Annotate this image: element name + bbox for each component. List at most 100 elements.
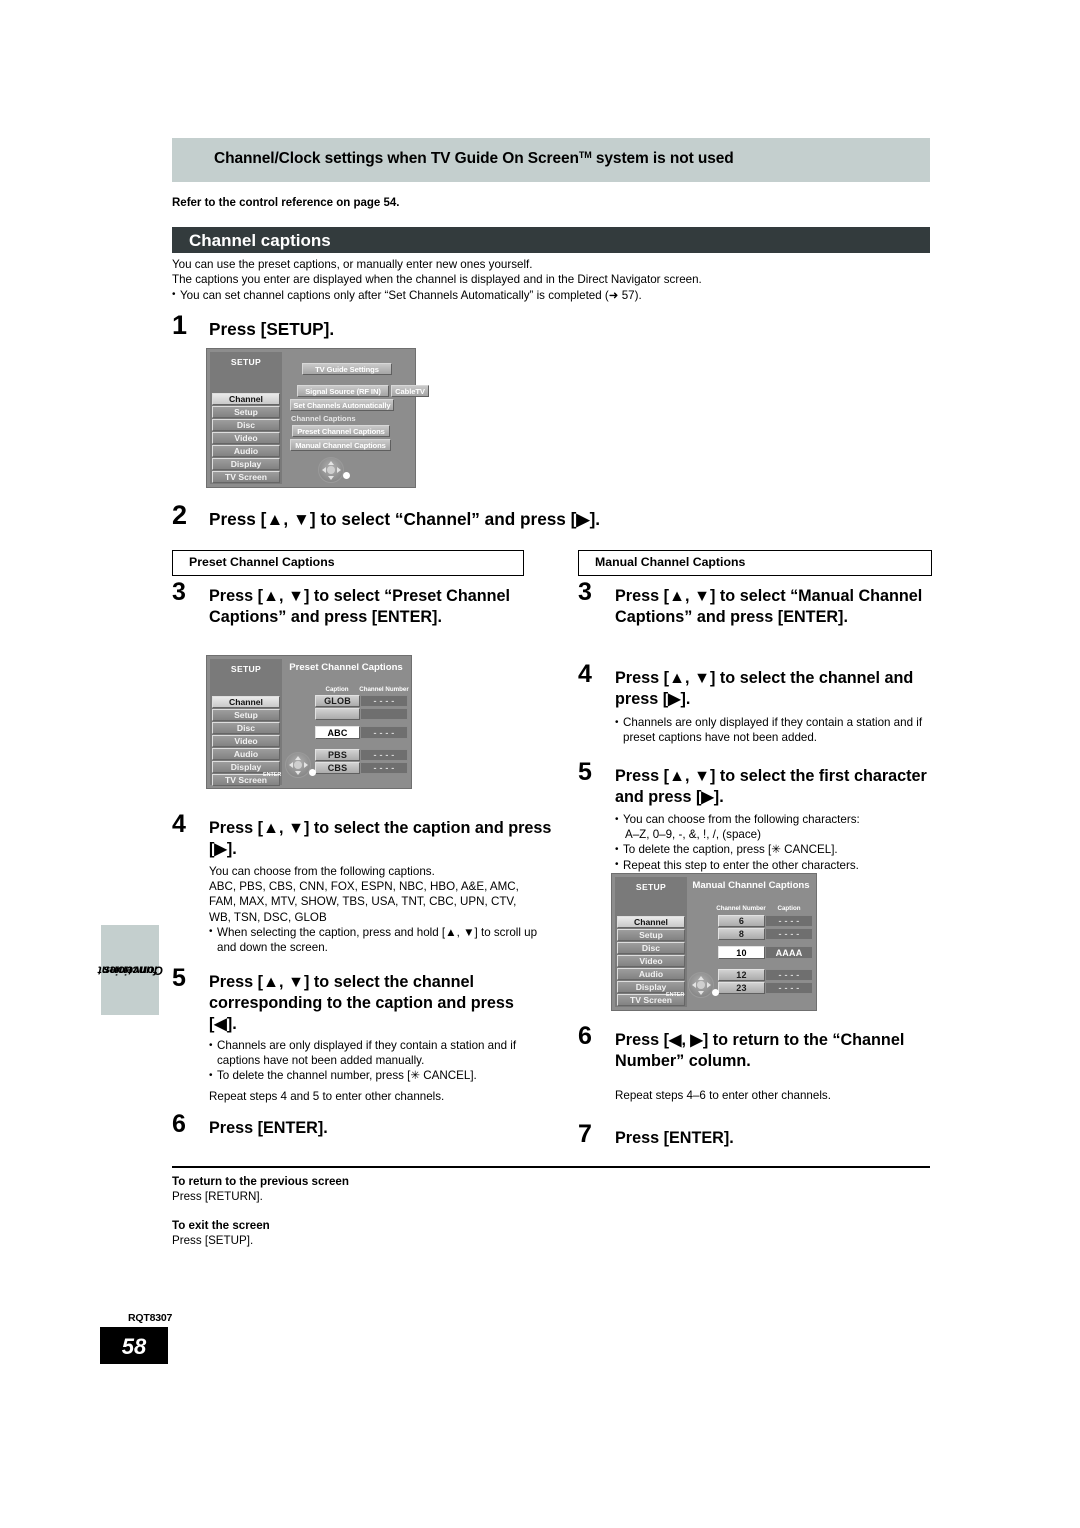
osd3-title: Manual Channel Captions <box>692 880 810 891</box>
right-step-7-number: 7 <box>578 1120 592 1148</box>
right-step-5-number: 5 <box>578 758 592 786</box>
right-step-4-note: Channels are only displayed if they cont… <box>615 714 940 745</box>
osd1-cursor-dot-icon <box>343 472 350 479</box>
left-step-4-bullet: When selecting the caption, press and ho… <box>209 924 539 955</box>
right-step-4-number: 4 <box>578 660 592 688</box>
osd-manual-channel-captions: SETUP Channel Setup Disc Video Audio Dis… <box>611 873 817 1011</box>
osd2-caption-cell-4[interactable]: PBS <box>315 749 360 761</box>
osd3-setup-label: SETUP <box>635 882 667 892</box>
right-step-5-text: Press [▲, ▼] to select the first charact… <box>615 767 927 806</box>
osd2-sidebar-item-channel[interactable]: Channel <box>212 696 280 708</box>
osd2-number-cell-5[interactable]: - - - - <box>360 762 408 774</box>
osd3-caption-cell-5[interactable]: - - - - <box>765 982 813 994</box>
osd1-set-channels-automatically-button[interactable]: Set Channels Automatically <box>290 399 394 411</box>
osd2-setup-label: SETUP <box>230 664 262 674</box>
osd3-sidebar-item-audio[interactable]: Audio <box>617 968 685 980</box>
osd1-sidebar-item-channel[interactable]: Channel <box>212 393 280 405</box>
osd1-sidebar-item-tv-screen[interactable]: TV Screen <box>212 471 280 483</box>
osd2-number-cell-2[interactable] <box>360 708 408 720</box>
osd1-manual-channel-captions-button[interactable]: Manual Channel Captions <box>290 439 391 451</box>
preset-channel-captions-header: Preset Channel Captions <box>172 550 524 576</box>
osd2-sidebar-item-disc[interactable]: Disc <box>212 722 280 734</box>
osd2-number-cell-1[interactable]: - - - - <box>360 695 408 707</box>
osd3-number-cell-2[interactable]: 8 <box>718 928 765 940</box>
osd-preset-channel-captions: SETUP Channel Setup Disc Video Audio Dis… <box>206 655 412 789</box>
osd3-enter-label: ENTER <box>666 992 685 998</box>
osd2-caption-cell-3[interactable]: ABC <box>315 726 360 739</box>
osd1-dpad-icon <box>318 457 344 483</box>
left-step-6-text: Press [ENTER]. <box>209 1119 328 1137</box>
left-step-5-number: 5 <box>172 964 186 992</box>
osd2-sidebar-item-setup[interactable]: Setup <box>212 709 280 721</box>
osd2-caption-cell-2[interactable] <box>315 708 360 720</box>
endnote-return-body: Press [RETURN]. <box>172 1190 263 1204</box>
right-step-6-repeat: Repeat steps 4–6 to enter other channels… <box>615 1089 831 1102</box>
osd3-number-cell-5[interactable]: 23 <box>718 982 765 994</box>
step-1-text: Press [SETUP]. <box>209 319 335 339</box>
right-step-5-bullet-1b: A–Z, 0–9, -, &, !, /, (space) <box>625 828 761 842</box>
osd2-number-cell-4[interactable]: - - - - <box>360 749 408 761</box>
osd2-sidebar-item-video[interactable]: Video <box>212 735 280 747</box>
manual-channel-captions-header-label: Manual Channel Captions <box>595 555 746 569</box>
osd1-signal-source-value[interactable]: CableTV <box>391 385 429 397</box>
osd2-number-cell-3[interactable]: - - - - <box>360 726 408 739</box>
osd1-signal-source-button[interactable]: Signal Source (RF IN) <box>297 385 389 397</box>
osd2-sidebar-item-display[interactable]: Display <box>212 761 280 773</box>
right-step-5-bullet-2: To delete the caption, press [✳ CANCEL]. <box>615 842 940 857</box>
osd1-setup-label: SETUP <box>230 357 262 367</box>
osd2-enter-label: ENTER <box>263 772 282 778</box>
osd1-sidebar-item-display[interactable]: Display <box>212 458 280 470</box>
right-step-6-text: Press [◀, ▶] to return to the “Channel N… <box>615 1031 905 1070</box>
side-tab-convenient-functions: Convenient functions <box>97 925 163 1015</box>
osd1-sidebar-item-setup[interactable]: Setup <box>212 406 280 418</box>
section-divider <box>172 1166 930 1169</box>
osd3-caption-cell-2[interactable]: - - - - <box>765 928 813 940</box>
osd3-sidebar-item-display[interactable]: Display <box>617 981 685 993</box>
left-step-3-number: 3 <box>172 578 186 606</box>
left-step-6-number: 6 <box>172 1110 186 1138</box>
left-step-5-text: Press [▲, ▼] to select the channel corre… <box>209 973 514 1033</box>
osd3-sidebar-item-video[interactable]: Video <box>617 955 685 967</box>
step-1-number: 1 <box>172 310 188 340</box>
osd1-sidebar-item-video[interactable]: Video <box>212 432 280 444</box>
right-step-3-number: 3 <box>578 578 592 606</box>
page-banner: Channel/Clock settings when TV Guide On … <box>172 138 930 182</box>
osd3-col-channel-number: Channel Number <box>716 905 766 912</box>
osd3-number-cell-4[interactable]: 12 <box>718 969 765 981</box>
osd3-number-cell-1[interactable]: 6 <box>718 915 765 927</box>
step-2-text: Press [▲, ▼] to select “Channel” and pre… <box>209 509 601 529</box>
section-header-bar: Channel captions <box>172 227 930 253</box>
osd3-number-cell-3[interactable]: 10 <box>718 946 765 959</box>
osd3-sidebar-item-channel[interactable]: Channel <box>617 916 685 928</box>
step-2-number: 2 <box>172 500 188 530</box>
osd2-caption-cell-5[interactable]: CBS <box>315 762 360 774</box>
osd1-preset-channel-captions-button[interactable]: Preset Channel Captions <box>292 425 390 437</box>
manual-code: RQT8307 <box>128 1312 173 1324</box>
endnote-exit-title: To exit the screen <box>172 1219 270 1232</box>
left-step-4-note-line-3: FAM, MAX, MTV, SHOW, TBS, USA, TNT, CBC,… <box>209 895 517 909</box>
osd1-tv-guide-settings-button[interactable]: TV Guide Settings <box>302 363 392 375</box>
left-step-4-note: You can choose from the following captio… <box>209 864 539 955</box>
left-step-5-bullet-1: Channels are only displayed if they cont… <box>209 1037 539 1068</box>
osd3-sidebar-item-setup[interactable]: Setup <box>617 929 685 941</box>
osd1-sidebar-item-audio[interactable]: Audio <box>212 445 280 457</box>
left-step-4-number: 4 <box>172 810 186 838</box>
osd3-caption-cell-4[interactable]: - - - - <box>765 969 813 981</box>
osd2-sidebar-item-audio[interactable]: Audio <box>212 748 280 760</box>
right-step-3-text: Press [▲, ▼] to select “Manual Channel C… <box>615 587 923 626</box>
left-step-5-repeat: Repeat steps 4 and 5 to enter other chan… <box>209 1090 445 1103</box>
osd3-caption-cell-3[interactable]: AAAA <box>765 946 813 959</box>
osd1-sidebar-item-disc[interactable]: Disc <box>212 419 280 431</box>
right-step-4-bullet: Channels are only displayed if they cont… <box>615 714 940 745</box>
preset-channel-captions-header-label: Preset Channel Captions <box>189 555 335 569</box>
osd3-caption-cell-1[interactable]: - - - - <box>765 915 813 927</box>
osd2-caption-cell-1[interactable]: GLOB <box>315 695 360 707</box>
page-number-box: 58 <box>100 1327 168 1364</box>
page-number: 58 <box>121 1334 147 1359</box>
right-step-5-bullet-3: Repeat this step to enter the other char… <box>615 857 940 873</box>
intro-line-1: You can use the preset captions, or manu… <box>172 258 533 271</box>
osd3-sidebar-item-disc[interactable]: Disc <box>617 942 685 954</box>
control-reference-note: Refer to the control reference on page 5… <box>172 197 400 209</box>
osd2-cursor-dot-icon <box>309 769 316 776</box>
intro-bullet: You can set channel captions only after … <box>172 287 942 303</box>
